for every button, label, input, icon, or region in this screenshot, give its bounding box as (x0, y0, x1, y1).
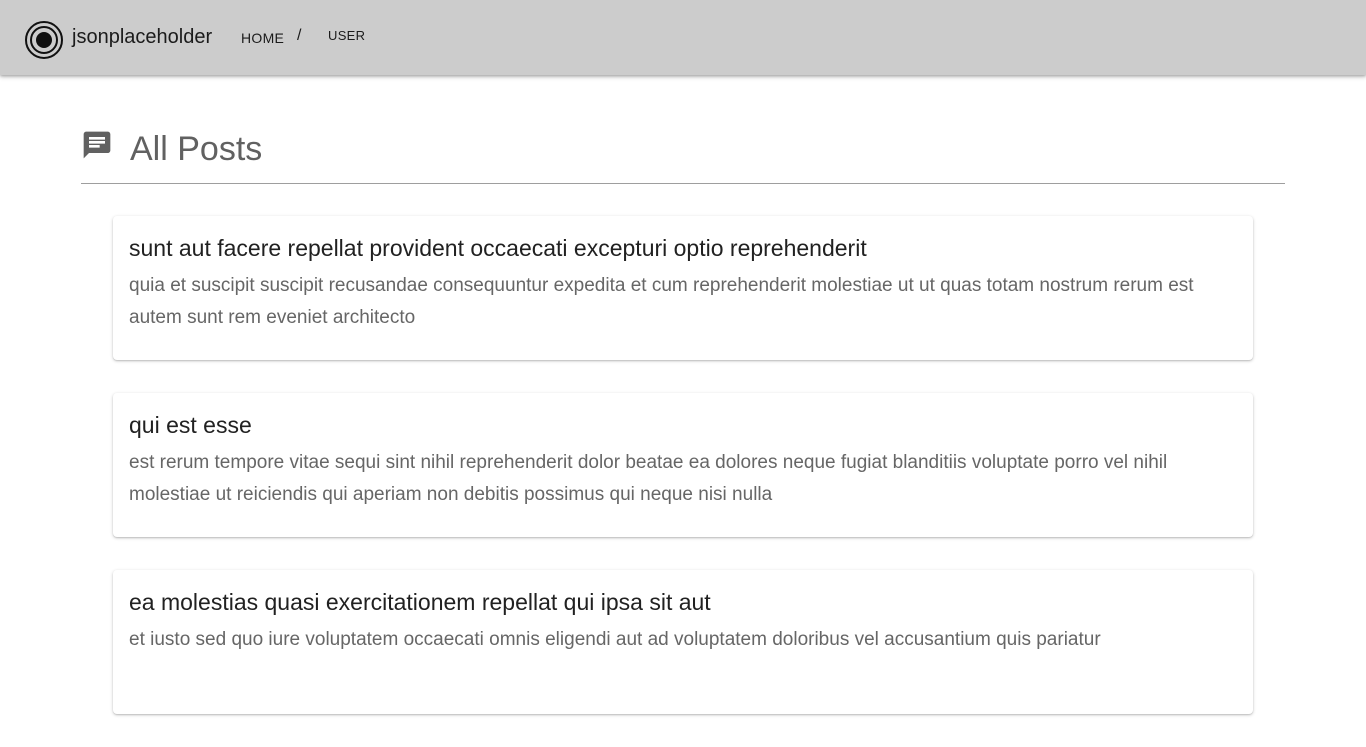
breadcrumb-current: USER (328, 28, 366, 43)
post-card[interactable]: qui est esse est rerum tempore vitae seq… (113, 393, 1253, 537)
page-heading: All Posts (81, 126, 1285, 184)
post-title: qui est esse (129, 412, 252, 438)
post-title: sunt aut facere repellat provident occae… (129, 235, 867, 261)
post-card[interactable]: ea molestias quasi exercitationem repell… (113, 570, 1253, 714)
post-body: quia et suscipit suscipit recusandae con… (129, 275, 1194, 328)
post-body: est rerum tempore vitae sequi sint nihil… (129, 452, 1168, 505)
app-bar: jsonplaceholder HOME / USER (0, 0, 1366, 75)
post-list: sunt aut facere repellat provident occae… (113, 216, 1253, 747)
logo-icon[interactable] (24, 20, 64, 60)
post-body: et iusto sed quo iure voluptatem occaeca… (129, 629, 1101, 650)
post-card[interactable]: sunt aut facere repellat provident occae… (113, 216, 1253, 360)
message-icon (83, 131, 111, 159)
page-title: All Posts (130, 130, 263, 168)
brand-title[interactable]: jsonplaceholder (72, 25, 212, 49)
breadcrumb-separator: / (297, 27, 302, 44)
breadcrumb-home-link[interactable]: HOME (241, 30, 284, 46)
post-title: ea molestias quasi exercitationem repell… (129, 589, 711, 615)
